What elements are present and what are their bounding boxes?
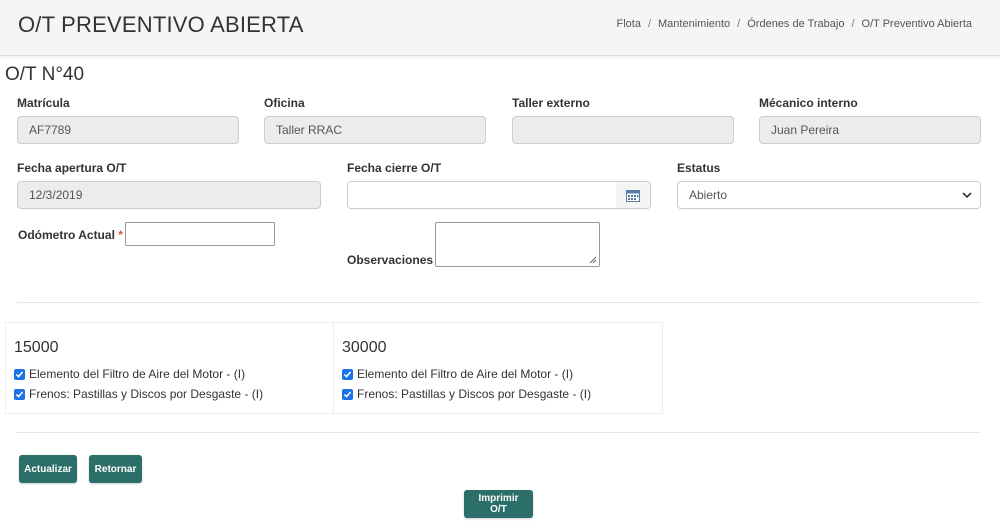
observaciones-textarea[interactable]: [435, 222, 600, 267]
fecha-apertura-field[interactable]: 12/3/2019: [17, 181, 321, 209]
breadcrumb-item-mantenimiento[interactable]: Mantenimiento: [658, 18, 730, 30]
breadcrumb-separator: /: [851, 18, 855, 30]
matricula-field[interactable]: AF7789: [17, 116, 239, 144]
resize-handle-icon[interactable]: [588, 255, 597, 264]
maintenance-item-label: Elemento del Filtro de Aire del Motor - …: [357, 367, 574, 381]
maintenance-item[interactable]: Elemento del Filtro de Aire del Motor - …: [342, 367, 573, 381]
maintenance-km-title: 15000: [14, 339, 59, 356]
checkbox-checked[interactable]: [14, 388, 25, 400]
divider: [17, 302, 981, 303]
breadcrumb-item-current: O/T Preventivo Abierta: [861, 18, 972, 30]
matricula-label: Matrícula: [17, 96, 70, 110]
required-mark: *: [118, 228, 123, 242]
checkbox-checked[interactable]: [342, 368, 353, 380]
breadcrumb-item-ordenes[interactable]: Órdenes de Trabajo: [747, 18, 844, 30]
maintenance-card: 30000 Elemento del Filtro de Aire del Mo…: [334, 322, 663, 414]
maintenance-item-label: Frenos: Pastillas y Discos por Desgaste …: [29, 387, 264, 401]
maintenance-item[interactable]: Frenos: Pastillas y Discos por Desgaste …: [342, 387, 591, 401]
chevron-down-icon: [962, 192, 972, 199]
page-header: O/T PREVENTIVO ABIERTA Flota / Mantenimi…: [0, 0, 1000, 56]
breadcrumb-separator: /: [737, 18, 741, 30]
mecanico-interno-label: Mécanico interno: [759, 96, 858, 110]
order-number: O/T N°40: [5, 64, 85, 85]
check-icon: [343, 390, 352, 398]
taller-externo-field[interactable]: [512, 116, 734, 144]
page-title: O/T PREVENTIVO ABIERTA: [18, 12, 304, 37]
breadcrumb-item-flota[interactable]: Flota: [616, 18, 640, 30]
odometro-label-text: Odómetro Actual: [18, 228, 115, 242]
taller-externo-label: Taller externo: [512, 96, 590, 110]
maintenance-km-title: 30000: [342, 339, 387, 356]
divider: [17, 432, 981, 433]
fecha-cierre-label: Fecha cierre O/T: [347, 161, 442, 175]
oficina-field[interactable]: Taller RRAC: [264, 116, 486, 144]
check-icon: [15, 370, 24, 378]
check-icon: [15, 390, 24, 398]
maintenance-card: 15000 Elemento del Filtro de Aire del Mo…: [5, 322, 334, 414]
oficina-label: Oficina: [264, 96, 305, 110]
fecha-apertura-label: Fecha apertura O/T: [17, 161, 127, 175]
check-icon: [343, 370, 352, 378]
estatus-label: Estatus: [677, 161, 721, 175]
maintenance-item-label: Elemento del Filtro de Aire del Motor - …: [29, 367, 246, 381]
mecanico-interno-field[interactable]: Juan Pereira: [759, 116, 981, 144]
maintenance-item-label: Frenos: Pastillas y Discos por Desgaste …: [357, 387, 592, 401]
maintenance-item[interactable]: Elemento del Filtro de Aire del Motor - …: [14, 367, 245, 381]
checkbox-checked[interactable]: [342, 388, 353, 400]
checkbox-checked[interactable]: [14, 368, 25, 380]
observaciones-label: Observaciones: [347, 253, 434, 267]
breadcrumb-separator: /: [647, 18, 652, 30]
print-button[interactable]: Imprimir O/T: [464, 490, 533, 518]
odometro-label: Odómetro Actual *: [18, 228, 123, 242]
calendar-button[interactable]: [616, 181, 651, 209]
fecha-cierre-input[interactable]: [347, 181, 617, 209]
odometro-input[interactable]: [125, 222, 275, 246]
calendar-icon: [626, 189, 640, 202]
back-button[interactable]: Retornar: [89, 455, 142, 483]
breadcrumb: Flota / Mantenimiento / Órdenes de Traba…: [616, 18, 972, 30]
update-button[interactable]: Actualizar: [19, 455, 77, 483]
estatus-selected-value: Abierto: [689, 188, 728, 202]
maintenance-item[interactable]: Frenos: Pastillas y Discos por Desgaste …: [14, 387, 263, 401]
estatus-select[interactable]: Abierto: [677, 181, 981, 209]
